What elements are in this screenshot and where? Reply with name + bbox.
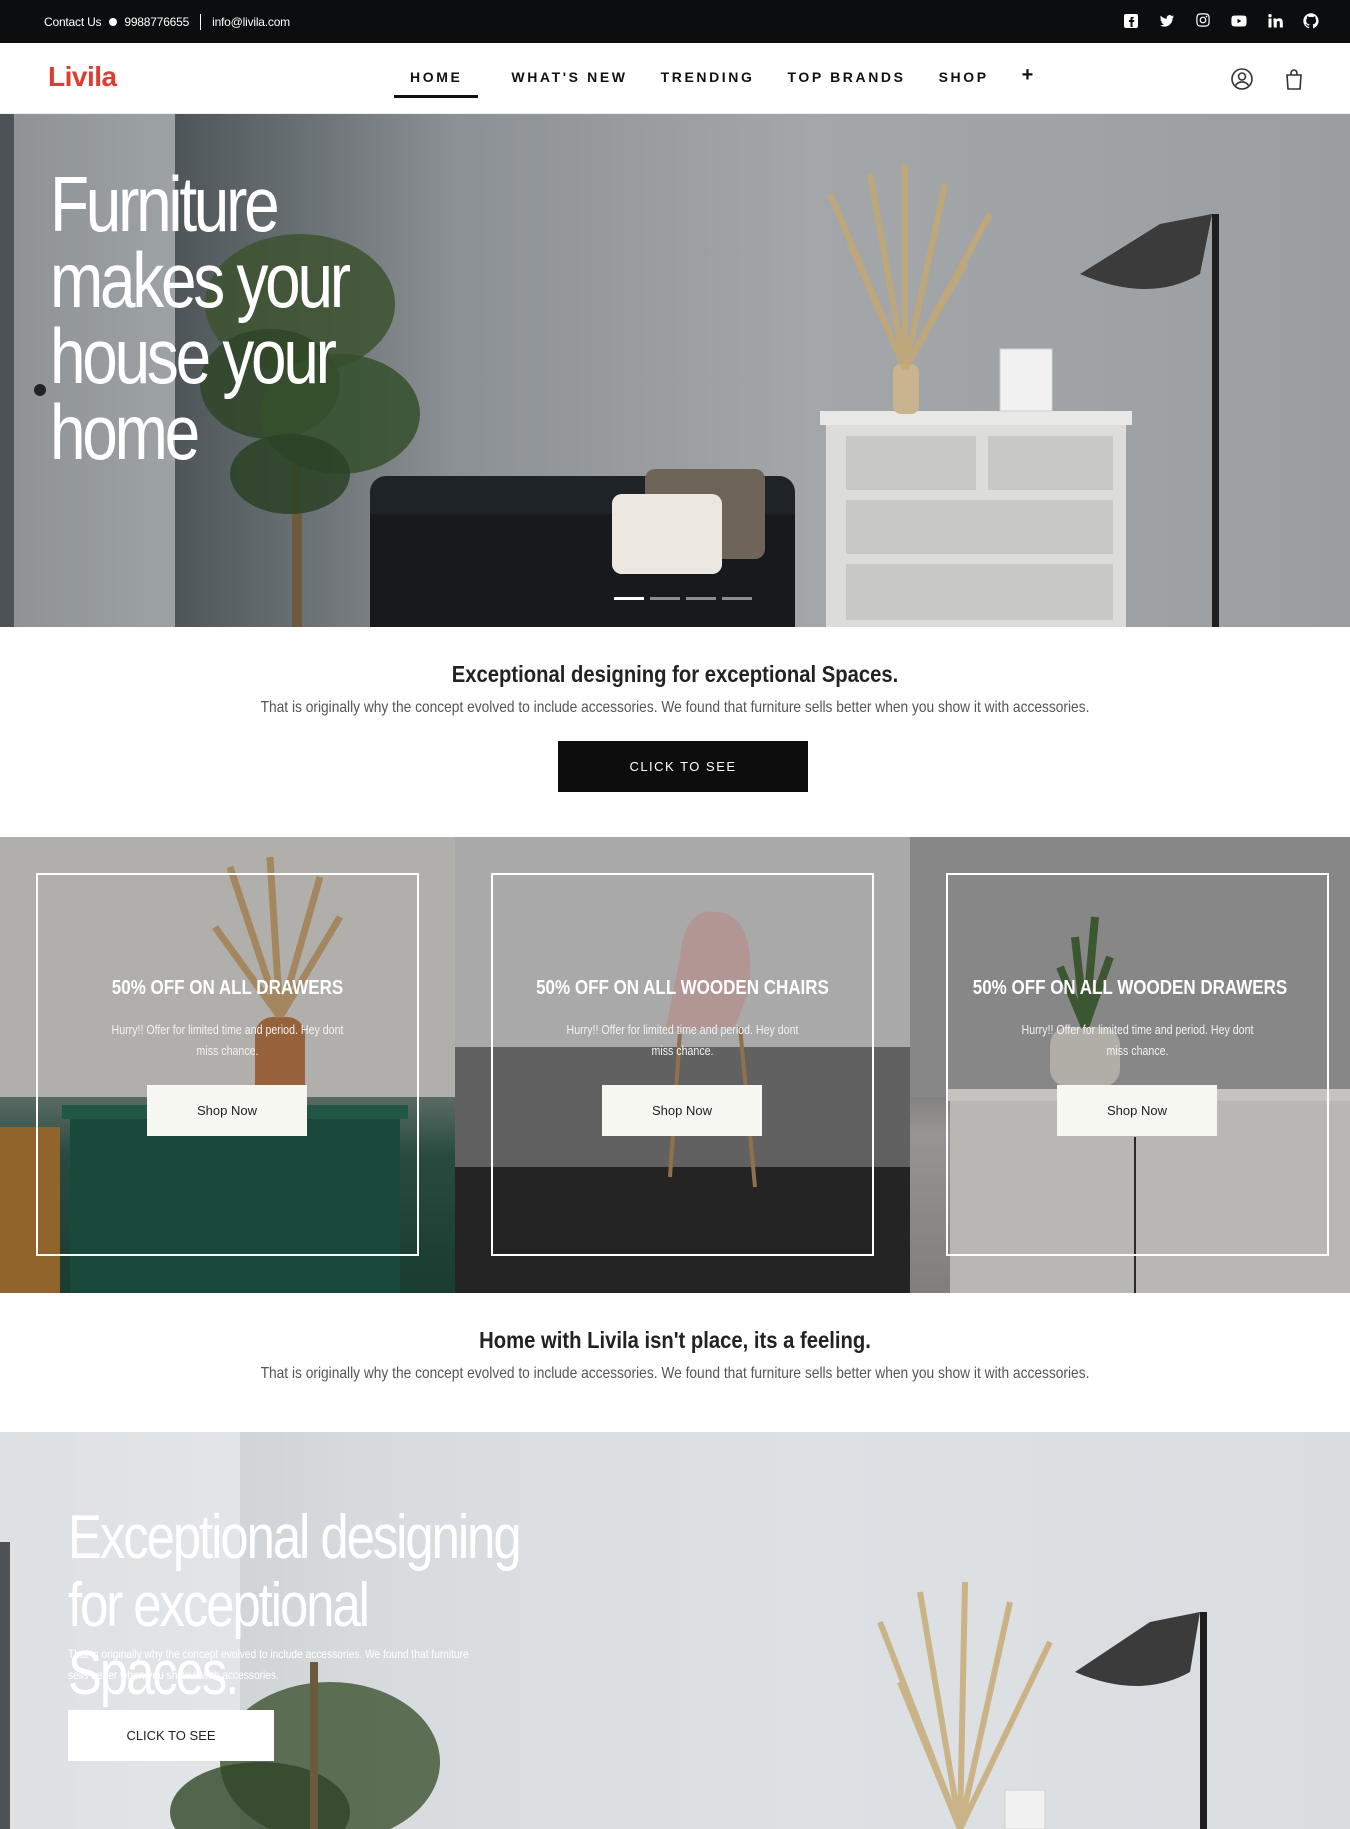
top-bar: Contact Us 9988776655 info@livila.com — [0, 0, 1350, 43]
social-links — [1122, 12, 1320, 30]
nav-more-plus-icon[interactable]: + — [1022, 64, 1036, 94]
intro-section: Exceptional designing for exceptional Sp… — [0, 627, 1350, 837]
promo-text: Hurry!! Offer for limited time and perio… — [566, 1023, 799, 1058]
slide-dot-2[interactable] — [650, 597, 680, 600]
hero-title: Furniture makes your house your home — [50, 160, 351, 476]
nav-item-shop[interactable]: SHOP — [939, 69, 989, 99]
feature-banner-text: That is originally why the concept evolv… — [68, 1647, 469, 1682]
facebook-icon[interactable] — [1122, 12, 1140, 30]
site-logo[interactable]: Livila — [48, 61, 117, 93]
promo-card-drawers: 50% OFF ON ALL DRAWERS Hurry!! Offer for… — [0, 837, 455, 1293]
promo-frame — [946, 873, 1329, 1256]
intro-heading: Exceptional designing for exceptional Sp… — [451, 661, 899, 687]
nav-item-trending[interactable]: TRENDING — [661, 69, 755, 99]
twitter-icon[interactable] — [1158, 12, 1176, 30]
feature-click-to-see-button[interactable]: CLICK TO SEE — [68, 1710, 274, 1761]
nav-item-home[interactable]: HOME — [393, 69, 479, 99]
contact-us-link[interactable]: Contact Us — [44, 15, 102, 29]
hero-slider: Furniture makes your house your home — [0, 114, 1350, 627]
promo-text: Hurry!! Offer for limited time and perio… — [1021, 1023, 1254, 1058]
phone-number[interactable]: 9988776655 — [124, 15, 189, 29]
feature-banner: Exceptional designing for exceptional Sp… — [0, 1432, 1350, 1829]
divider — [200, 14, 202, 30]
promo-title: 50% OFF ON ALL DRAWERS — [111, 977, 344, 999]
nav-actions — [1230, 67, 1306, 91]
feeling-text: That is originally why the concept evolv… — [260, 1365, 1090, 1382]
shop-now-button[interactable]: Shop Now — [602, 1085, 762, 1136]
promo-card-chairs: 50% OFF ON ALL WOODEN CHAIRS Hurry!! Off… — [455, 837, 910, 1293]
feeling-section: Home with Livila isn't place, its a feel… — [0, 1293, 1350, 1432]
dot-separator — [109, 18, 118, 26]
user-icon[interactable] — [1230, 67, 1254, 91]
promo-banners: 50% OFF ON ALL DRAWERS Hurry!! Offer for… — [0, 837, 1350, 1293]
bag-icon[interactable] — [1282, 67, 1306, 91]
promo-title: 50% OFF ON ALL WOODEN CHAIRS — [536, 977, 829, 999]
shop-now-button[interactable]: Shop Now — [147, 1085, 307, 1136]
promo-title: 50% OFF ON ALL WOODEN DRAWERS — [972, 977, 1288, 999]
slide-dot-1[interactable] — [614, 597, 644, 600]
promo-card-wooden-drawers: 50% OFF ON ALL WOODEN DRAWERS Hurry!! Of… — [910, 837, 1350, 1293]
promo-text: Hurry!! Offer for limited time and perio… — [111, 1023, 344, 1058]
promo-frame — [491, 873, 874, 1256]
email-address[interactable]: info@livila.com — [212, 15, 290, 29]
main-navigation: Livila HOME WHAT'S NEW TRENDING TOP BRAN… — [0, 43, 1350, 114]
github-icon[interactable] — [1302, 12, 1320, 30]
feeling-heading: Home with Livila isn't place, its a feel… — [479, 1327, 871, 1353]
nav-menu: HOME WHAT'S NEW TRENDING TOP BRANDS SHOP… — [393, 64, 1069, 99]
contact-info: Contact Us 9988776655 info@livila.com — [44, 14, 290, 30]
promo-frame — [36, 873, 419, 1256]
shop-now-button[interactable]: Shop Now — [1057, 1085, 1217, 1136]
nav-item-whats-new[interactable]: WHAT'S NEW — [511, 69, 627, 99]
instagram-icon[interactable] — [1194, 12, 1212, 30]
slide-dot-4[interactable] — [722, 597, 752, 600]
slide-dot-3[interactable] — [686, 597, 716, 600]
linkedin-icon[interactable] — [1266, 12, 1284, 30]
nav-item-top-brands[interactable]: TOP BRANDS — [788, 69, 906, 99]
click-to-see-button[interactable]: CLICK TO SEE — [558, 741, 808, 792]
intro-text: That is originally why the concept evolv… — [260, 699, 1090, 716]
youtube-icon[interactable] — [1230, 12, 1248, 30]
slider-dots — [614, 597, 752, 600]
